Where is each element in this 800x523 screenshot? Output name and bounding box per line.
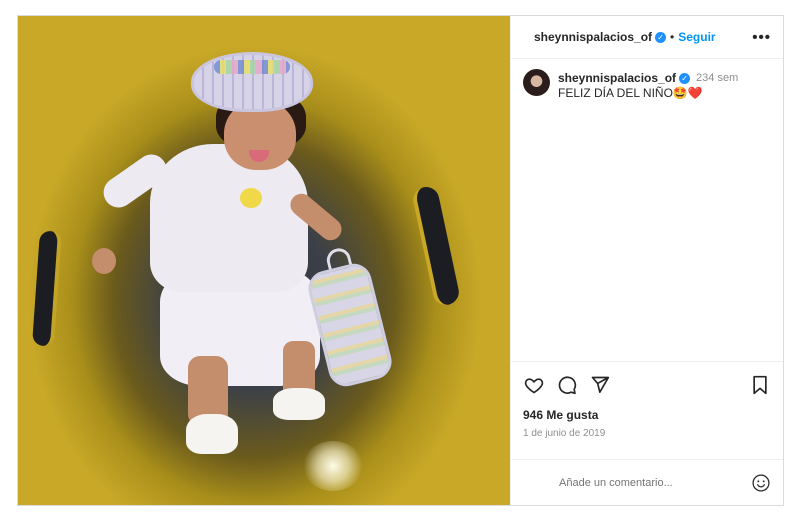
- action-section: 946 Me gusta 1 de junio de 2019: [511, 361, 783, 439]
- post-side-panel: sheynnispalacios_of ✓ • Seguir ••• sheyn…: [510, 16, 783, 505]
- hat-pattern: [214, 60, 290, 74]
- action-icons: [523, 372, 771, 398]
- like-count[interactable]: 946 Me gusta: [523, 408, 771, 422]
- comment-icon[interactable]: [556, 374, 578, 396]
- avatar[interactable]: [523, 69, 550, 96]
- bookmark-icon[interactable]: [749, 374, 771, 396]
- post-age[interactable]: 234 sem: [696, 71, 738, 86]
- verified-badge-icon: ✓: [655, 31, 667, 43]
- instagram-post: sheynnispalacios_of ✓ • Seguir ••• sheyn…: [17, 15, 784, 506]
- child-right-sock: [273, 388, 325, 420]
- share-icon[interactable]: [589, 374, 611, 396]
- caption-username[interactable]: sheynnispalacios_of: [558, 71, 676, 86]
- verified-badge-icon: ✓: [679, 73, 691, 84]
- child-purse: [304, 260, 396, 390]
- shirt-chick-print: [240, 188, 262, 208]
- child-shirt: [150, 144, 308, 292]
- light-glare: [303, 441, 363, 491]
- child-left-hand: [92, 248, 116, 274]
- comment-bar: [511, 459, 783, 505]
- emoji-icon[interactable]: [751, 473, 771, 493]
- more-options-icon[interactable]: •••: [752, 29, 771, 46]
- post-photo[interactable]: [18, 16, 510, 505]
- header-username[interactable]: sheynnispalacios_of: [534, 30, 652, 44]
- post-header: sheynnispalacios_of ✓ • Seguir •••: [511, 16, 783, 59]
- comment-input[interactable]: [559, 476, 751, 489]
- separator-dot: •: [670, 30, 675, 44]
- follow-button[interactable]: Seguir: [678, 30, 715, 44]
- tube-slot-right: [410, 184, 462, 308]
- tube-slot-left: [32, 230, 62, 347]
- caption-area: sheynnispalacios_of ✓ 234 sem FELIZ DÍA …: [511, 59, 783, 361]
- child-left-sock: [186, 414, 238, 454]
- heart-icon[interactable]: [523, 374, 545, 396]
- caption-text: FELIZ DÍA DEL NIÑO🤩❤️: [558, 86, 703, 100]
- post-date[interactable]: 1 de junio de 2019: [523, 428, 771, 439]
